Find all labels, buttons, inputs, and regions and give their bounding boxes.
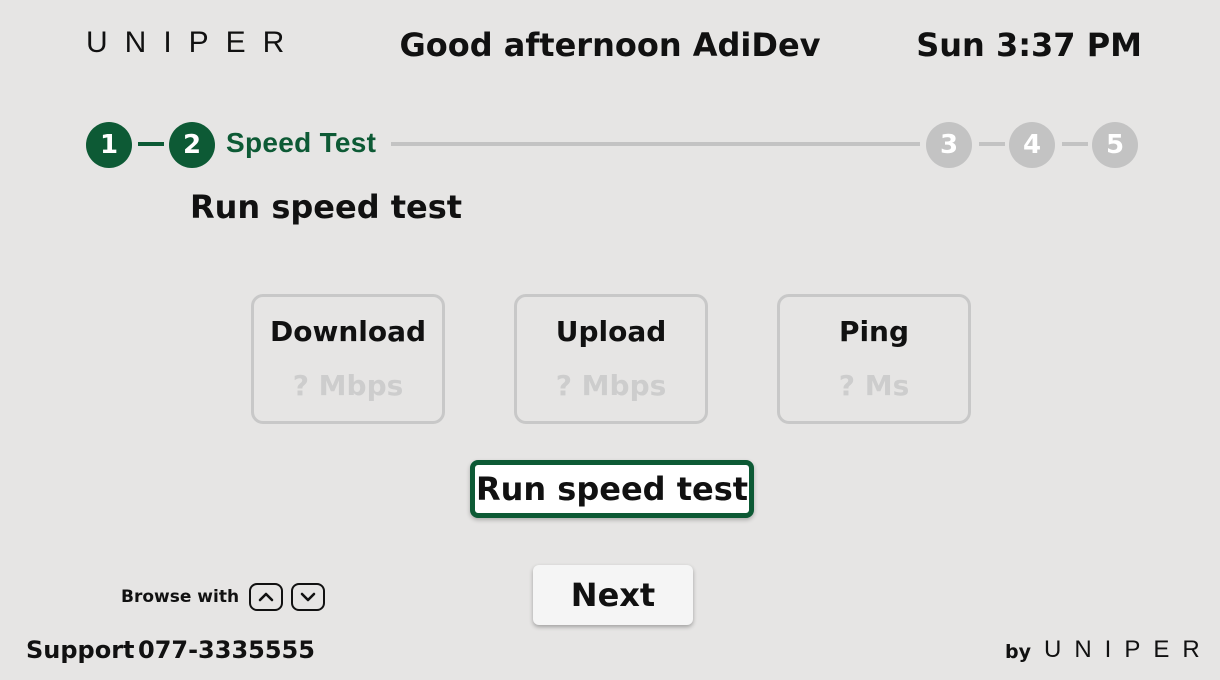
step-connector [138,142,164,146]
ping-card: Ping ? Ms [777,294,971,424]
current-step-label: Speed Test [226,127,377,158]
step-5: 5 [1092,122,1138,168]
chevron-down-icon [291,583,325,611]
download-value: ? Mbps [292,369,404,402]
upload-value: ? Mbps [555,369,667,402]
step-connector [391,142,920,146]
step-4: 4 [1009,122,1055,168]
run-speed-test-button[interactable]: Run speed test [470,460,754,518]
next-button[interactable]: Next [533,565,693,625]
clock: Sun 3:37 PM [916,26,1142,64]
download-label: Download [269,315,427,348]
chevron-up-icon [249,583,283,611]
upload-label: Upload [555,315,667,348]
step-1: 1 [86,122,132,168]
ping-label: Ping [838,315,910,348]
download-card: Download ? Mbps [251,294,445,424]
support-label: Support [26,636,135,664]
step-connector [979,142,1005,146]
step-connector [1062,142,1088,146]
footer-uniper-logo: UNIPER [1044,636,1213,663]
step-3: 3 [926,122,972,168]
section-title: Run speed test [190,188,463,226]
upload-card: Upload ? Mbps [514,294,708,424]
by-text: by [1005,641,1031,663]
ping-value: ? Ms [838,369,910,402]
browse-hint-text: Browse with [121,587,240,607]
support-phone: 077-3335555 [138,636,315,664]
step-2: 2 [169,122,215,168]
